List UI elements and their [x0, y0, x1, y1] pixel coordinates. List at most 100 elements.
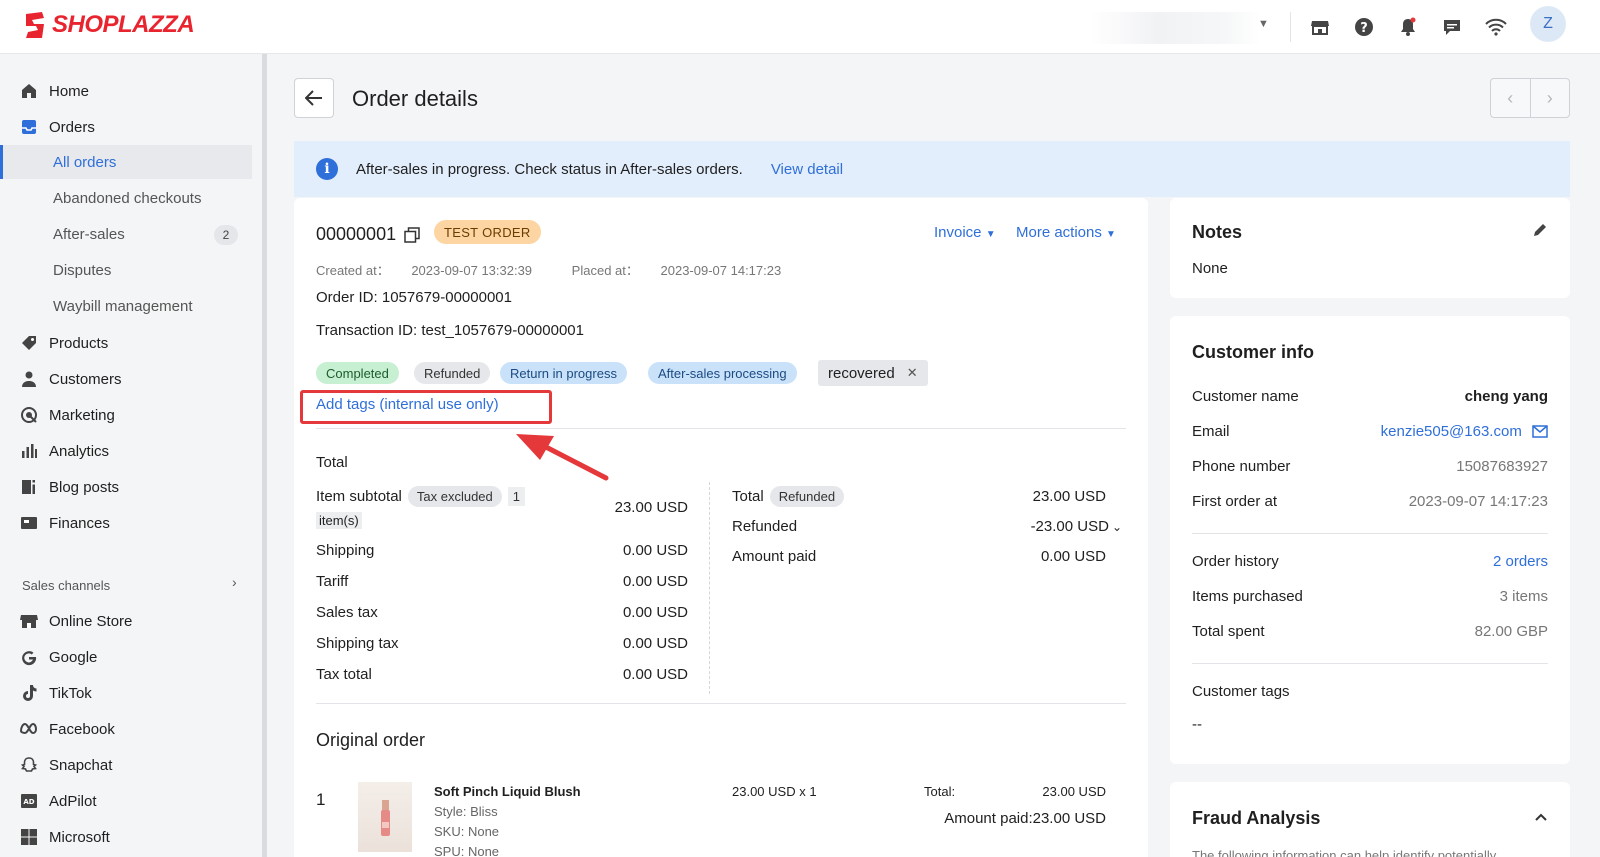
sidebar-item-label: AdPilot	[49, 792, 97, 810]
sidebar-item-finances[interactable]: Finances	[20, 509, 110, 537]
sidebar-item-analytics[interactable]: Analytics	[20, 437, 109, 465]
copy-icon[interactable]	[404, 226, 420, 243]
total-section-title: Total	[316, 454, 348, 471]
divider	[1290, 12, 1291, 42]
view-detail-link[interactable]: View detail	[771, 161, 843, 178]
svg-text:AD: AD	[23, 798, 34, 806]
sidebar-item-marketing[interactable]: Marketing	[20, 401, 115, 429]
total-value: 23.00 USD	[1032, 488, 1106, 505]
item-subtotal-label: Item subtotal Tax excluded 1	[316, 486, 526, 507]
placed-at: Placed at： 2023-09-07 14:17:23	[572, 263, 800, 278]
home-icon	[20, 82, 38, 100]
sidebar-item-label: All orders	[53, 153, 117, 171]
chevron-right-icon[interactable]: ›	[232, 574, 237, 590]
sidebar-item-orders[interactable]: Orders	[20, 113, 95, 141]
sidebar-item-products[interactable]: Products	[20, 329, 108, 357]
email-label: Email	[1192, 423, 1230, 440]
sidebar-item-label: Abandoned checkouts	[53, 189, 202, 207]
sidebar-item-disputes[interactable]: Disputes	[0, 253, 252, 287]
pencil-icon[interactable]	[1532, 222, 1548, 238]
refunded-value[interactable]: -23.00 USD ⌄	[1031, 518, 1122, 535]
store-selector[interactable]	[1090, 12, 1260, 44]
email-address: kenzie505@163.com	[1380, 423, 1522, 440]
sidebar-item-facebook[interactable]: Facebook	[20, 715, 115, 743]
store-icon[interactable]	[1307, 14, 1333, 40]
sidebar-item-label: Online Store	[49, 612, 133, 630]
items-purchased-label: Items purchased	[1192, 588, 1303, 605]
invoice-label: Invoice	[934, 224, 982, 241]
annotation-arrow-icon	[516, 434, 609, 481]
invoice-dropdown[interactable]: Invoice ▼	[934, 224, 996, 241]
line-total-label: Total:	[924, 784, 956, 799]
line-item-index: 1	[316, 790, 326, 809]
chart-icon	[20, 442, 38, 460]
bell-icon[interactable]	[1395, 14, 1421, 40]
sidebar-item-label: Microsoft	[49, 828, 110, 846]
sidebar-item-after-sales[interactable]: After-sales 2	[0, 217, 252, 251]
product-name[interactable]: Soft Pinch Liquid Blush	[434, 784, 581, 799]
sidebar-item-abandoned-checkouts[interactable]: Abandoned checkouts	[0, 181, 252, 215]
microsoft-icon	[20, 828, 38, 846]
sidebar-item-tiktok[interactable]: TikTok	[20, 679, 92, 707]
customer-tags-value: --	[1192, 716, 1202, 733]
order-summary-card: 00000001 TEST ORDER Invoice ▼ More actio…	[294, 198, 1148, 857]
customer-name-value[interactable]: cheng yang	[1465, 388, 1548, 405]
banner-text: After-sales in progress. Check status in…	[356, 160, 743, 178]
mail-icon[interactable]	[1532, 425, 1548, 438]
back-button[interactable]	[294, 78, 334, 118]
sidebar-item-label: Facebook	[49, 720, 115, 738]
sidebar-item-google[interactable]: Google	[20, 643, 97, 671]
items-purchased-value: 3 items	[1499, 588, 1548, 605]
sidebar-item-online-store[interactable]: Online Store	[20, 607, 132, 635]
next-order-button[interactable]: ›	[1531, 79, 1570, 117]
product-thumbnail[interactable]	[358, 782, 412, 852]
customer-info-card: Customer info Customer name cheng yang E…	[1170, 316, 1570, 764]
notes-value: None	[1192, 260, 1228, 277]
divider	[316, 428, 1126, 429]
order-history-link[interactable]: 2 orders	[1493, 553, 1548, 570]
sidebar-item-customers[interactable]: Customers	[20, 365, 122, 393]
adpilot-icon: AD	[20, 792, 38, 810]
more-actions-dropdown[interactable]: More actions ▼	[1016, 224, 1116, 241]
fraud-analysis-title: Fraud Analysis	[1192, 808, 1321, 828]
sidebar-item-microsoft[interactable]: Microsoft	[20, 823, 110, 851]
notes-title: Notes	[1192, 222, 1243, 242]
sidebar-item-label: Orders	[49, 118, 95, 136]
help-icon[interactable]: ?	[1351, 14, 1377, 40]
blog-icon	[20, 478, 38, 496]
phone-label: Phone number	[1192, 458, 1291, 475]
sidebar-item-label: Google	[49, 648, 98, 666]
chevron-down-icon[interactable]: ▼	[1258, 18, 1269, 30]
sidebar-scrollbar[interactable]	[262, 54, 267, 857]
previous-order-button[interactable]: ‹	[1491, 79, 1531, 117]
sidebar-item-label: Analytics	[49, 442, 110, 460]
brand-logo[interactable]: SHOPLAZZA	[22, 10, 195, 40]
sidebar-item-waybill-management[interactable]: Waybill management	[0, 289, 252, 323]
tax-excluded-badge: Tax excluded	[407, 486, 502, 507]
chat-icon[interactable]	[1439, 14, 1465, 40]
item-subtotal-value: 23.00 USD	[614, 499, 688, 516]
status-badge-completed: Completed	[316, 362, 399, 384]
sidebar-item-blog-posts[interactable]: Blog posts	[20, 473, 119, 501]
product-style: Style: Bliss	[434, 804, 498, 819]
sales-tax-label: Sales tax	[316, 604, 378, 621]
first-order-label: First order at	[1192, 493, 1278, 510]
sidebar-item-snapchat[interactable]: Snapchat	[20, 751, 112, 779]
close-icon[interactable]: ✕	[907, 365, 918, 381]
order-history-label: Order history	[1192, 553, 1279, 570]
order-pager: ‹ ›	[1490, 78, 1570, 118]
original-order-title: Original order	[316, 730, 426, 750]
wifi-icon[interactable]	[1483, 14, 1509, 40]
created-label: Created at：	[316, 263, 390, 278]
email-value[interactable]: kenzie505@163.com	[1381, 423, 1548, 440]
chevron-up-icon[interactable]	[1534, 812, 1548, 822]
sidebar-item-all-orders[interactable]: All orders	[0, 145, 252, 179]
count-badge: 2	[214, 225, 238, 245]
more-actions-label: More actions	[1016, 224, 1102, 241]
sidebar-item-home[interactable]: Home	[20, 77, 89, 105]
sidebar-item-label: Finances	[49, 514, 110, 532]
amount-paid-value: 0.00 USD	[1040, 548, 1106, 565]
avatar[interactable]: Z	[1530, 6, 1566, 42]
refunded-label: Refunded	[732, 518, 798, 535]
sidebar-item-adpilot[interactable]: AD AdPilot	[20, 787, 97, 815]
